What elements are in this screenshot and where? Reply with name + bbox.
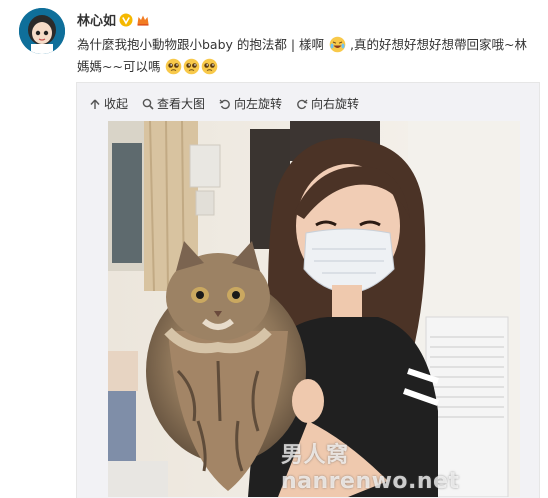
magnifier-icon — [142, 98, 154, 110]
pleading-emoji-icon — [183, 58, 200, 75]
photo-watermark: 男人窝nanrenwo.net — [281, 443, 460, 494]
pleading-emoji-icon — [201, 58, 218, 75]
view-large-label: 查看大图 — [157, 97, 206, 111]
post-photo[interactable]: 男人窝nanrenwo.net — [108, 121, 520, 497]
post-text: 為什麼我抱小動物跟小baby 的抱法都 | 樣啊 ,真的好想好想好想帶回家哦~林… — [77, 34, 537, 78]
avatar[interactable] — [19, 8, 65, 54]
post-text-part1: 為什麼我抱小動物跟小baby 的抱法都 | 樣啊 — [77, 37, 325, 52]
laugh-cry-emoji-icon — [329, 36, 345, 53]
arrow-up-icon — [90, 99, 100, 109]
rotate-left-button[interactable]: 向左旋转 — [219, 95, 282, 112]
username-row: 林心如 — [77, 10, 150, 29]
pleading-emoji-icon — [165, 58, 182, 75]
rotate-left-icon — [219, 99, 230, 109]
avatar-image — [19, 8, 65, 54]
rotate-right-button[interactable]: 向右旋转 — [296, 95, 359, 112]
rotate-right-label: 向右旋转 — [311, 97, 360, 111]
collapse-button[interactable]: 收起 — [89, 95, 128, 112]
username[interactable]: 林心如 — [77, 10, 116, 29]
verified-v-icon — [119, 13, 133, 26]
view-large-button[interactable]: 查看大图 — [142, 95, 205, 112]
collapse-label: 收起 — [104, 97, 129, 111]
member-crown-icon — [137, 15, 149, 26]
rotate-left-label: 向左旋转 — [234, 97, 283, 111]
rotate-right-icon — [297, 99, 308, 109]
media-toolbar: 收起 查看大图 向左旋转 向右旋转 — [89, 95, 359, 112]
